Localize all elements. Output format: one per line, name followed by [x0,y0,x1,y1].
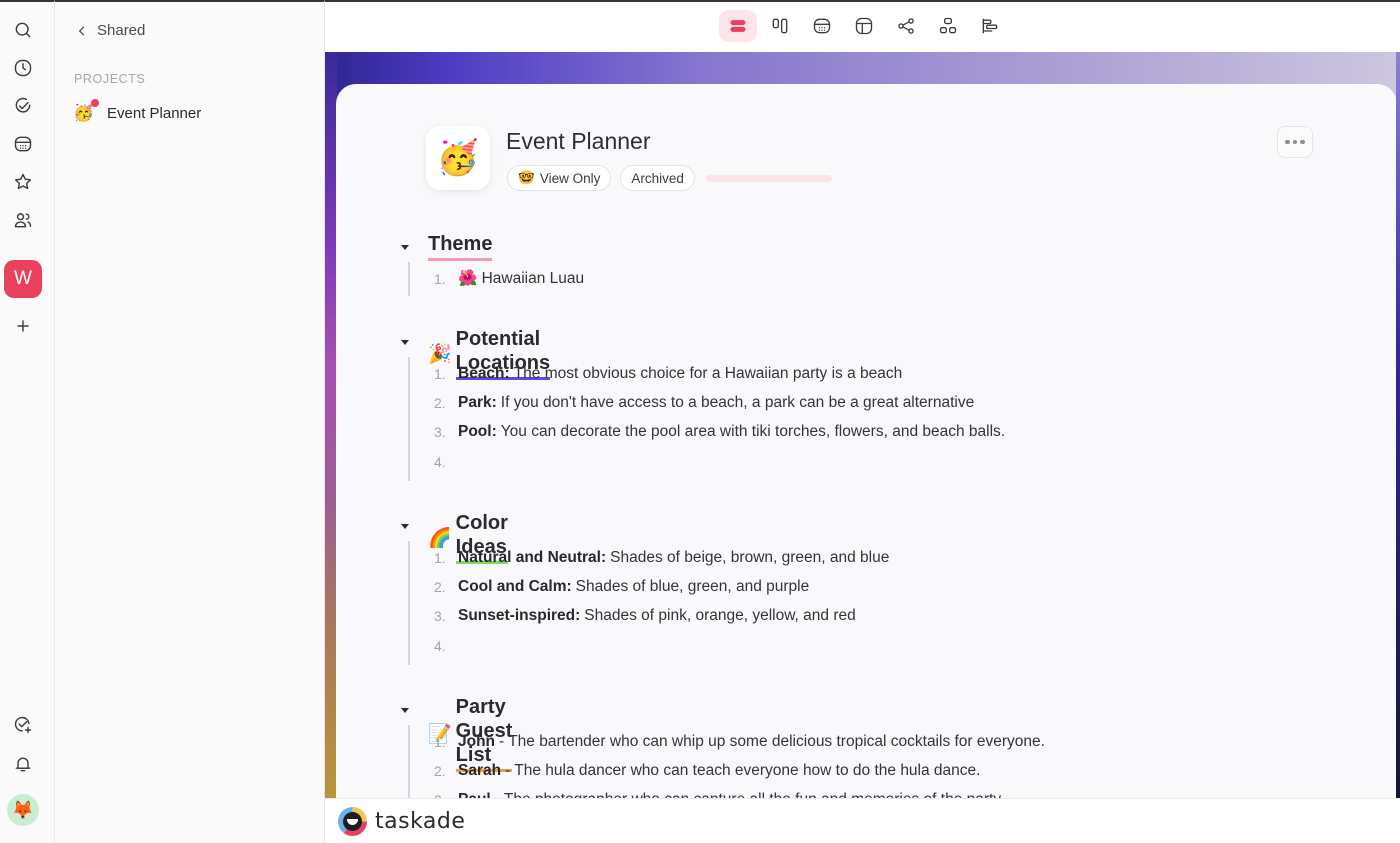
mindmap-view-button[interactable] [887,10,925,42]
progress-bar [705,174,832,182]
document-card: 🥳 Event Planner 🤓 View Only Archived The… [336,84,1397,798]
list-item[interactable]: 2. Sarah - The hula dancer who can teach e… [434,756,1045,785]
list-item[interactable]: 1. Beach: The most obvious choice for a Ha… [434,359,1005,388]
item-list: 1. 🌺 Hawaiian Luau [434,264,584,293]
workspace-button[interactable]: W [4,260,42,298]
notification-dot [91,99,99,107]
list-item-empty[interactable]: 4. [434,447,1005,476]
collapse-caret-icon[interactable] [398,335,412,349]
dot-icon [1285,139,1290,145]
board-view-icon [772,18,788,34]
list-view-button[interactable] [719,10,757,42]
add-task-icon[interactable] [11,713,35,737]
item-list: 1. Beach: The most obvious choice for a Ha… [434,359,1005,476]
project-icon[interactable]: 🥳 [426,126,490,190]
list-item[interactable]: 2. Cool and Calm: Shades of blue, green, a… [434,572,889,601]
indent-guide [408,357,410,481]
star-icon[interactable] [11,170,35,194]
item-list: 1. Natural and Neutral: Shades of beige, b… [434,543,889,660]
check-circle-icon[interactable] [11,94,35,118]
collapse-caret-icon[interactable] [398,519,412,533]
more-options-button[interactable] [1277,126,1313,158]
brand-name: taskade [375,809,466,834]
mindmap-view-icon [898,18,914,34]
item-text: 🌺 Hawaiian Luau [458,270,585,288]
item-list: 1. John - The bartender who can whip up so… [434,727,1045,798]
list-item[interactable]: 1. Natural and Neutral: Shades of beige, b… [434,543,889,572]
search-icon[interactable] [11,18,35,42]
list-item[interactable]: 2. Park: If you don't have access to a bea… [434,388,1005,417]
view-only-label: View Only [539,170,601,186]
list-item[interactable]: 1. 🌺 Hawaiian Luau [434,264,584,293]
workspace-initial: W [14,268,32,289]
archived-badge[interactable]: Archived [620,165,695,191]
calendar-view-button[interactable] [803,10,841,42]
calendar-icon[interactable] [11,132,35,156]
board-view-button[interactable] [761,10,799,42]
users-icon[interactable] [11,208,35,232]
table-view-icon [855,17,873,35]
bottom-bar: taskade [325,798,1400,843]
chevron-left-icon [78,26,85,35]
icon-rail: W 🦊 [0,0,55,843]
brand[interactable]: taskade [338,807,465,836]
collapse-caret-icon[interactable] [398,703,412,717]
list-view-icon [730,20,746,32]
table-view-button[interactable] [845,10,883,42]
calendar-view-icon [813,18,831,34]
list-item-empty[interactable]: 4. [434,631,889,660]
view-switcher [719,10,1009,42]
top-toolbar [325,0,1400,52]
list-item[interactable]: 1. John - The bartender who can whip up so… [434,727,1045,756]
org-chart-view-button[interactable] [929,10,967,42]
dot-icon [1300,139,1305,145]
archived-label: Archived [631,170,684,186]
party-face-icon: 🥳 [436,139,480,177]
dot-icon [1292,139,1298,145]
section-title[interactable]: Theme [428,232,493,261]
indent-guide [408,262,410,296]
clock-icon[interactable] [11,56,35,80]
sidebar: Shared PROJECTS 🥳 Event Planner [55,0,325,843]
gantt-view-icon [982,18,998,34]
avatar-emoji: 🦊 [11,799,35,820]
taskade-logo-icon [338,807,367,836]
back-to-shared-link[interactable]: Shared [75,22,145,39]
indent-guide [408,541,410,665]
project-emoji-icon: 🥳 [73,99,99,123]
user-avatar[interactable]: 🦊 [7,794,39,826]
page-title[interactable]: Event Planner [506,128,650,155]
add-workspace-icon[interactable] [11,314,35,338]
indent-guide [408,725,410,798]
view-only-badge[interactable]: 🤓 View Only [507,165,612,191]
org-chart-view-icon [939,17,957,34]
projects-section-label: PROJECTS [74,72,146,86]
list-item[interactable]: 3. Pool: You can decorate the pool area wi… [434,418,1005,447]
sidebar-item-event-planner[interactable]: 🥳 Event Planner [73,99,313,127]
gantt-view-button[interactable] [971,10,1009,42]
collapse-caret-icon[interactable] [398,240,412,254]
bell-icon[interactable] [11,752,35,776]
list-item[interactable]: 3.Paul- The photographer who can capture… [434,786,1045,798]
back-label: Shared [97,22,146,39]
nerd-face-icon: 🤓 [518,170,535,185]
status-chips: 🤓 View Only Archived [507,165,832,191]
main-stage: 🥳 Event Planner 🤓 View Only Archived The… [325,52,1400,798]
project-label: Event Planner [107,104,202,122]
list-item[interactable]: 3. Sunset-inspired: Shades of pink, orange… [434,602,889,631]
